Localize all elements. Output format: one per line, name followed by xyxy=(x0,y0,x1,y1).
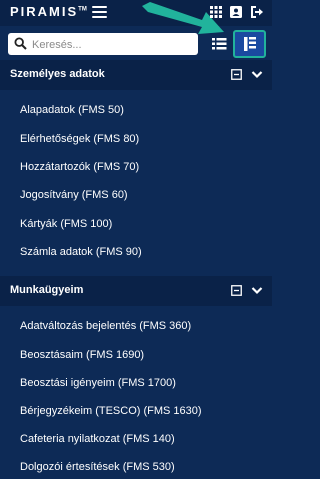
menu-item-hozzatartozok[interactable]: Hozzátartozók (FMS 70) xyxy=(20,161,139,179)
menu-item-kartyak[interactable]: Kártyák (FMS 100) xyxy=(20,218,112,236)
menu-item-alapadatok[interactable]: Alapadatok (FMS 50) xyxy=(20,104,124,122)
contact-card-icon[interactable] xyxy=(229,5,243,19)
menu-item-beosztasi-igenyeim[interactable]: Beosztási igényeim (FMS 1700) xyxy=(20,377,176,395)
detail-view-icon xyxy=(244,37,256,51)
menu-item-adatvaltozas[interactable]: Adatváltozás bejelentés (FMS 360) xyxy=(20,320,191,338)
collapse-all-icon[interactable] xyxy=(231,69,242,80)
section-header-personal[interactable]: Személyes adatok xyxy=(0,60,272,90)
chevron-down-icon[interactable] xyxy=(251,70,263,79)
logo-text: PIRAMIS xyxy=(10,4,79,19)
menu-item-jogositvany[interactable]: Jogosítvány (FMS 60) xyxy=(20,189,128,207)
search-field[interactable] xyxy=(8,33,198,55)
list-view-icon xyxy=(212,38,227,50)
list-view-button[interactable] xyxy=(206,33,232,55)
piramis-logo[interactable]: PIRAMISTM xyxy=(10,4,87,19)
logout-icon[interactable] xyxy=(250,5,264,19)
menu-item-szamla-adatok[interactable]: Számla adatok (FMS 90) xyxy=(20,246,142,264)
menu-icon[interactable] xyxy=(92,6,107,18)
section-title: Személyes adatok xyxy=(10,68,105,80)
section-title: Munkaügyeim xyxy=(10,284,84,296)
collapse-all-icon[interactable] xyxy=(231,285,242,296)
apps-grid-icon[interactable] xyxy=(209,5,223,19)
search-input[interactable] xyxy=(30,35,194,55)
menu-item-cafeteria[interactable]: Cafeteria nyilatkozat (FMS 140) xyxy=(20,433,175,451)
search-icon xyxy=(14,37,27,50)
menu-item-beosztasaim[interactable]: Beosztásaim (FMS 1690) xyxy=(20,349,144,367)
menu-item-elerhetosegek[interactable]: Elérhetőségek (FMS 80) xyxy=(20,133,139,151)
chevron-down-icon[interactable] xyxy=(251,286,263,295)
menu-item-dolgozoi-ertesitesek[interactable]: Dolgozói értesítések (FMS 530) xyxy=(20,461,175,479)
top-bar: PIRAMISTM xyxy=(0,0,272,34)
section-header-work[interactable]: Munkaügyeim xyxy=(0,276,272,306)
menu-item-berjegyzekeim[interactable]: Bérjegyzékeim (TESCO) (FMS 1630) xyxy=(20,405,202,423)
logo-trademark: TM xyxy=(78,6,87,13)
search-row xyxy=(0,30,272,60)
detail-view-button[interactable] xyxy=(233,30,266,58)
